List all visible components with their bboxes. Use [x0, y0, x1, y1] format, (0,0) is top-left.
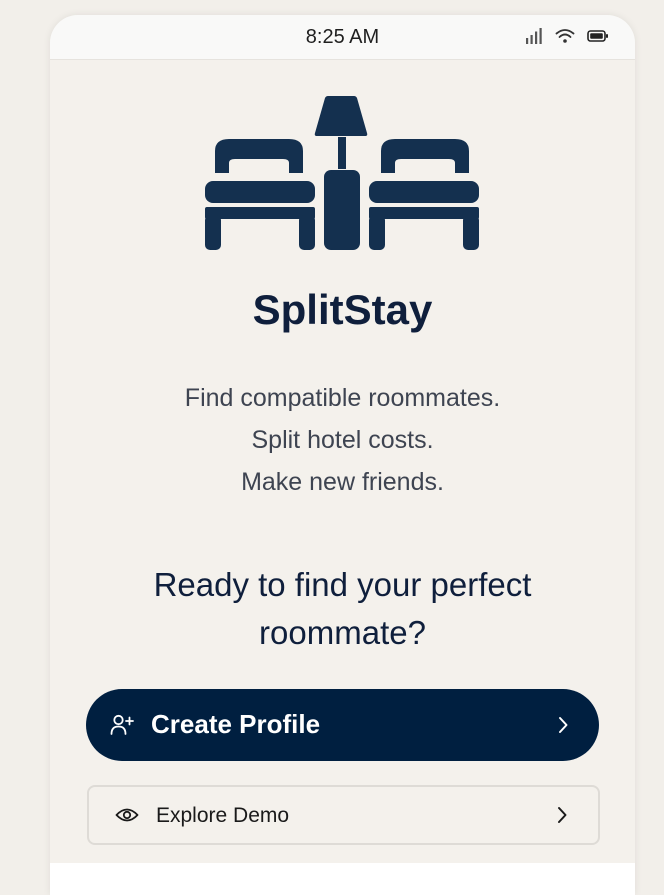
wifi-icon: [555, 29, 575, 43]
chevron-right-icon: [559, 717, 568, 733]
explore-demo-button[interactable]: Explore Demo: [87, 785, 600, 845]
phone-frame: 8:25 AM SplitStay Find compatible roomma…: [50, 15, 635, 895]
explore-demo-label: Explore Demo: [156, 804, 290, 827]
tagline-line: Split hotel costs.: [251, 426, 434, 454]
create-profile-button[interactable]: Create Profile: [86, 689, 599, 761]
tagline-line: Make new friends.: [241, 468, 444, 496]
bottom-panel: [50, 863, 635, 895]
tagline-line: Find compatible roommates.: [184, 384, 501, 412]
user-plus-icon: [110, 714, 134, 735]
chevron-right-icon: [558, 807, 567, 823]
hotel-beds-lamp-icon: [205, 96, 479, 250]
eye-icon: [115, 808, 139, 822]
app-title: SplitStay: [252, 286, 433, 333]
battery-icon: [587, 30, 608, 42]
create-profile-label: Create Profile: [151, 709, 321, 739]
signal-icon: [526, 28, 542, 44]
status-icons: [525, 27, 609, 45]
cta-heading: Ready to find your perfect roommate?: [153, 566, 532, 651]
status-bar: 8:25 AM: [50, 15, 635, 60]
tagline: Find compatible roommates. Split hotel c…: [50, 377, 635, 503]
